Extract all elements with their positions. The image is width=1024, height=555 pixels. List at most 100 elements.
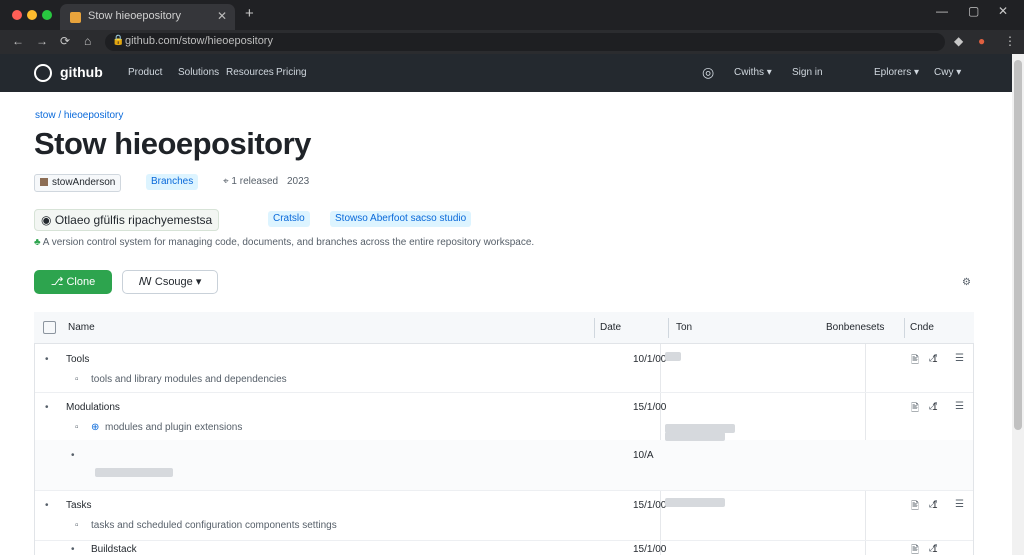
menu-cwiths[interactable]: Cwiths ▾ [734,67,772,78]
clone-button[interactable]: ⎇ Clone [34,270,112,294]
scrollbar-thumb[interactable] [1014,60,1022,430]
branch-select[interactable]: ꟿ Csouge ▾ [122,270,218,294]
row-name[interactable]: Tasks [66,500,92,511]
repo-description-text: A version control system for managing co… [42,237,535,248]
row-name[interactable]: Tools [66,354,89,365]
row-bullet: ▫ [75,520,79,531]
row-bullet: • [45,354,49,365]
column-header-date[interactable]: Date [600,322,621,333]
new-tab-icon[interactable]: + [245,5,254,22]
url-field[interactable]: 🔒 github.com/stow/hieoepository [105,33,945,51]
menu-eplorers-label: Eplorers [874,67,912,78]
release-label: 1 released [231,176,279,187]
column-divider [668,318,669,338]
owner-chip[interactable]: stowAnderson [34,174,122,192]
year-label: 2023 [287,176,310,187]
row-menu-icon[interactable]: ☰ [955,353,964,364]
lock-icon: 🔒 [112,35,125,46]
reload-icon[interactable]: ⟳ [60,34,70,48]
repo-description: ♣ A version control system for managing … [34,237,534,248]
menu-cwy[interactable]: Cwy ▾ [934,67,961,78]
browser-tab[interactable]: Stow hieoepository ✕ [60,4,235,30]
close-icon[interactable]: ✕ [998,4,1008,18]
back-icon[interactable]: ← [12,34,24,48]
column-header-ton[interactable]: Ton [676,322,692,333]
column-header-name[interactable]: Name [68,322,95,333]
about-chip: ◉ Otlaeo gfülfis ripachyemestsa [34,209,220,231]
column-header-cnde[interactable]: Cnde [910,322,934,333]
page-title: Stow hieoepository [34,126,311,161]
edit-icon[interactable]: 🖹 [911,543,919,555]
tab-close-icon[interactable]: ✕ [217,9,227,23]
browser-tab-bar: Stow hieoepository ✕ + — ▢ ✕ [0,0,1024,30]
breadcrumb[interactable]: stow / hieoepository [35,110,123,121]
column-divider [904,318,905,338]
open-icon[interactable]: ⤢ [929,543,937,554]
menu-sign-in[interactable]: Sign in [792,67,823,78]
open-icon[interactable]: ⤢ [929,353,937,364]
edit-icon[interactable]: 🖹 [911,499,919,516]
row-preview [665,352,681,361]
row-date: 10/A [633,450,654,461]
open-icon[interactable]: ⤢ [929,401,937,412]
row-bullet: ▫ [75,422,79,433]
window-zoom-dot[interactable] [42,10,52,20]
row-bullet: • [71,544,75,555]
row-bullet: • [71,450,75,461]
about-text: Otlaeo gfülfis ripachyemestsa [54,213,213,227]
topic-tag[interactable]: Stowso Aberfoot sacso studio [330,211,472,227]
open-icon[interactable]: ⤢ [929,499,937,510]
row-menu-icon[interactable]: ☰ [955,499,964,510]
table-row[interactable]: • Tasks ▫ tasks and scheduled configurat… [35,490,973,541]
minimize-icon[interactable]: — [936,4,948,18]
menu-icon[interactable]: ⋮ [1004,34,1016,48]
menu-cwiths-label: Cwiths [734,67,765,78]
github-header: github Product Solutions Resources Prici… [0,54,1012,92]
branches-chip[interactable]: Branches [146,174,199,190]
forward-icon[interactable]: → [36,34,48,48]
notifications-icon[interactable]: ◎ [702,64,714,81]
row-preview [665,432,725,441]
row-name[interactable]: Modulations [66,402,120,413]
window-close-dot[interactable] [12,10,22,20]
select-all-checkbox[interactable] [43,321,56,334]
profile-icon[interactable]: ● [978,34,985,48]
edit-icon[interactable]: 🖹 [911,401,919,418]
owner-label: stowAnderson [52,177,116,188]
window-minimize-dot[interactable] [27,10,37,20]
tab-title: Stow hieoepository [88,10,181,22]
code-icon: ⎇ [50,276,67,288]
row-subtitle: modules and plugin extensions [105,422,243,433]
github-logo-icon[interactable] [34,64,52,82]
brand-name[interactable]: github [60,64,103,80]
link-icon: ⊕ [91,422,100,433]
edit-icon[interactable]: 🖹 [911,353,919,370]
table-row[interactable]: • Tools ▫ tools and library modules and … [35,344,973,393]
maximize-icon[interactable]: ▢ [968,4,979,18]
row-subtitle: tasks and scheduled configuration compon… [91,520,337,531]
row-preview [665,498,725,507]
menu-eplorers[interactable]: Eplorers ▾ [874,67,919,78]
nav-resources[interactable]: Resources [226,67,274,78]
column-divider [594,318,595,338]
row-preview [95,468,173,477]
row-menu-icon[interactable]: ☰ [955,401,964,412]
branch-icon: ꟿ [138,276,155,288]
column-header-bonbenesets[interactable]: Bonbenesets [826,322,884,333]
clone-label: Clone [66,276,96,288]
row-name[interactable]: Buildstack [91,544,137,555]
leaf-icon: ♣ [34,237,43,248]
topic-tag[interactable]: Cratslo [268,211,310,227]
settings-icon[interactable]: ⚙ [962,277,971,288]
table-row[interactable]: • Buildstack 15/1/00 1 🖹 ⤢ [35,540,973,555]
extension-icon[interactable]: ◆ [954,34,963,48]
nav-pricing[interactable]: Pricing [276,67,307,78]
release-chip: ⌖ 1 released [218,174,283,190]
nav-solutions[interactable]: Solutions [178,67,219,78]
nav-product[interactable]: Product [128,67,162,78]
table-row[interactable]: • 10/A [35,432,973,491]
home-icon[interactable]: ⌂ [84,34,91,48]
table-row[interactable]: • Modulations ▫ ⊕ modules and plugin ext… [35,392,973,441]
page-scrollbar[interactable] [1012,54,1024,555]
row-date: 15/1/00 [633,500,667,511]
